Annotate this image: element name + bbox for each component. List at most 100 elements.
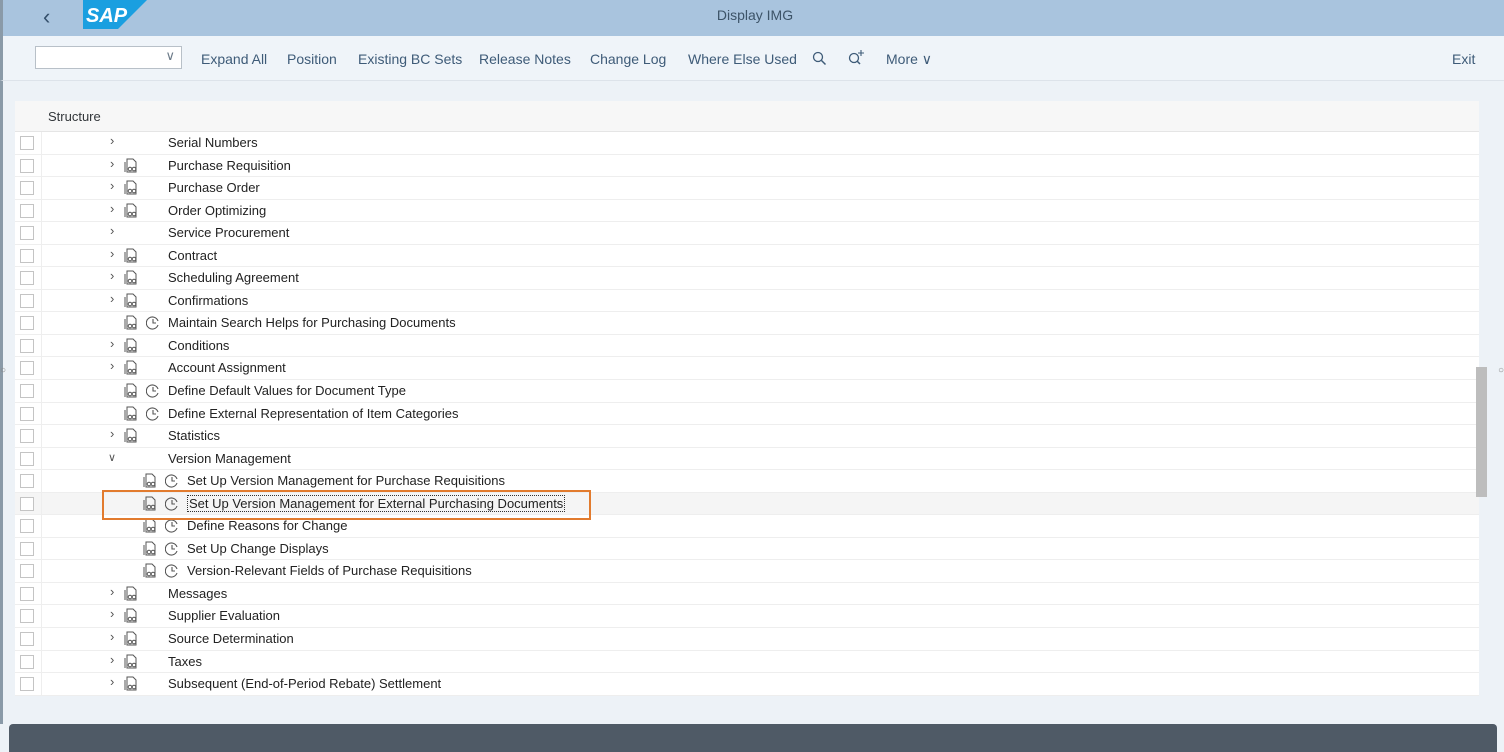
resize-handle-left[interactable]: ○ [0,365,6,376]
documentation-icon[interactable] [143,473,157,488]
row-checkbox[interactable] [20,677,34,692]
row-checkbox[interactable] [20,338,34,353]
row-checkbox[interactable] [20,203,34,218]
row-label[interactable]: Serial Numbers [168,135,258,150]
row-checkbox[interactable] [20,519,34,534]
row-label[interactable]: Service Procurement [168,225,289,240]
execute-clock-icon[interactable] [145,407,160,421]
existing-bc-sets-button[interactable]: Existing BC Sets [358,51,462,67]
chevron-right-icon[interactable]: › [110,133,114,148]
documentation-icon[interactable] [124,631,138,646]
documentation-icon[interactable] [143,518,157,533]
expand-all-button[interactable]: Expand All [201,51,267,67]
row-label[interactable]: Scheduling Agreement [168,270,299,285]
transaction-dropdown[interactable]: ∨ [35,46,182,69]
row-label[interactable]: Version-Relevant Fields of Purchase Requ… [187,563,472,578]
tree-row[interactable]: Set Up Change Displays [15,537,1479,561]
release-notes-button[interactable]: Release Notes [479,51,571,67]
search-icon[interactable] [812,51,827,66]
row-label[interactable]: Contract [168,248,217,263]
row-checkbox[interactable] [20,564,34,579]
row-label[interactable]: Account Assignment [168,360,286,375]
chevron-right-icon[interactable]: › [110,606,114,621]
tree-row[interactable]: › Service Procurement [15,222,1479,245]
documentation-icon[interactable] [124,158,138,173]
row-label[interactable]: Define Default Values for Document Type [168,383,406,398]
documentation-icon[interactable] [124,360,138,375]
documentation-icon[interactable] [124,338,138,353]
row-label[interactable]: Conditions [168,338,229,353]
documentation-icon[interactable] [124,180,138,195]
tree-row[interactable]: › Contract [15,244,1479,268]
chevron-down-icon[interactable]: ∨ [108,451,116,464]
tree-row[interactable]: Define Default Values for Document Type [15,380,1479,403]
row-label[interactable]: Confirmations [168,293,248,308]
tree-row[interactable]: › Messages [15,582,1479,606]
vertical-scrollbar[interactable] [1476,367,1487,497]
row-checkbox[interactable] [20,586,34,601]
documentation-icon[interactable] [124,383,138,398]
chevron-right-icon[interactable]: › [110,426,114,441]
row-label[interactable]: Maintain Search Helps for Purchasing Doc… [168,315,456,330]
row-checkbox[interactable] [20,158,34,173]
documentation-icon[interactable] [124,428,138,443]
chevron-right-icon[interactable]: › [110,674,114,689]
execute-clock-icon[interactable] [145,316,160,330]
tree-row[interactable]: › Subsequent (End-of-Period Rebate) Settl… [15,673,1479,696]
documentation-icon[interactable] [143,563,157,578]
execute-clock-icon[interactable] [145,384,160,398]
row-label[interactable]: Set Up Version Management for Purchase R… [187,473,505,488]
row-checkbox[interactable] [20,181,34,196]
documentation-icon[interactable] [143,541,157,556]
row-label[interactable]: Define Reasons for Change [187,518,347,533]
chevron-right-icon[interactable]: › [110,584,114,599]
execute-clock-icon[interactable] [164,519,179,533]
tree-row[interactable]: › Conditions [15,334,1479,358]
documentation-icon[interactable] [124,270,138,285]
row-checkbox[interactable] [20,429,34,444]
row-checkbox[interactable] [20,226,34,241]
row-checkbox[interactable] [20,316,34,331]
resize-handle-right[interactable]: ○ [1498,365,1504,376]
row-label[interactable]: Messages [168,586,227,601]
row-checkbox[interactable] [20,384,34,399]
tree-row[interactable]: › Account Assignment [15,357,1479,381]
tree-row[interactable]: › Statistics [15,425,1479,448]
tree-row[interactable]: › Supplier Evaluation [15,605,1479,629]
row-label[interactable]: Define External Representation of Item C… [168,406,459,421]
row-label[interactable]: Set Up Change Displays [187,541,329,556]
documentation-icon[interactable] [124,654,138,669]
row-label[interactable]: Order Optimizing [168,203,266,218]
row-checkbox[interactable] [20,541,34,556]
row-label[interactable]: Supplier Evaluation [168,608,280,623]
row-checkbox[interactable] [20,136,34,150]
row-checkbox[interactable] [20,474,34,489]
tree-row[interactable]: › Order Optimizing [15,199,1479,223]
more-button[interactable]: More ∨ [886,51,932,68]
execute-clock-icon[interactable] [164,564,179,578]
row-label[interactable]: Statistics [168,428,220,443]
tree-row[interactable]: ∨ Version Management [15,447,1479,471]
row-checkbox[interactable] [20,496,34,511]
chevron-right-icon[interactable]: › [110,223,114,238]
row-checkbox[interactable] [20,271,34,286]
documentation-icon[interactable] [124,586,138,601]
tree-row[interactable]: › Confirmations [15,289,1479,313]
row-checkbox[interactable] [20,451,34,466]
tree-row[interactable]: Version-Relevant Fields of Purchase Requ… [15,560,1479,583]
row-checkbox[interactable] [20,406,34,421]
where-else-used-button[interactable]: Where Else Used [688,51,797,67]
chevron-right-icon[interactable]: › [110,246,114,261]
row-label[interactable]: Subsequent (End-of-Period Rebate) Settle… [168,676,441,691]
chevron-right-icon[interactable]: › [110,336,114,351]
row-label[interactable]: Version Management [168,451,291,466]
row-label[interactable]: Purchase Requisition [168,158,291,173]
tree-row[interactable]: › Taxes [15,650,1479,674]
documentation-icon[interactable] [124,406,138,421]
row-checkbox[interactable] [20,293,34,308]
row-checkbox[interactable] [20,632,34,647]
change-log-button[interactable]: Change Log [590,51,666,67]
chevron-right-icon[interactable]: › [110,268,114,283]
row-checkbox[interactable] [20,654,34,669]
row-label[interactable]: Taxes [168,654,202,669]
